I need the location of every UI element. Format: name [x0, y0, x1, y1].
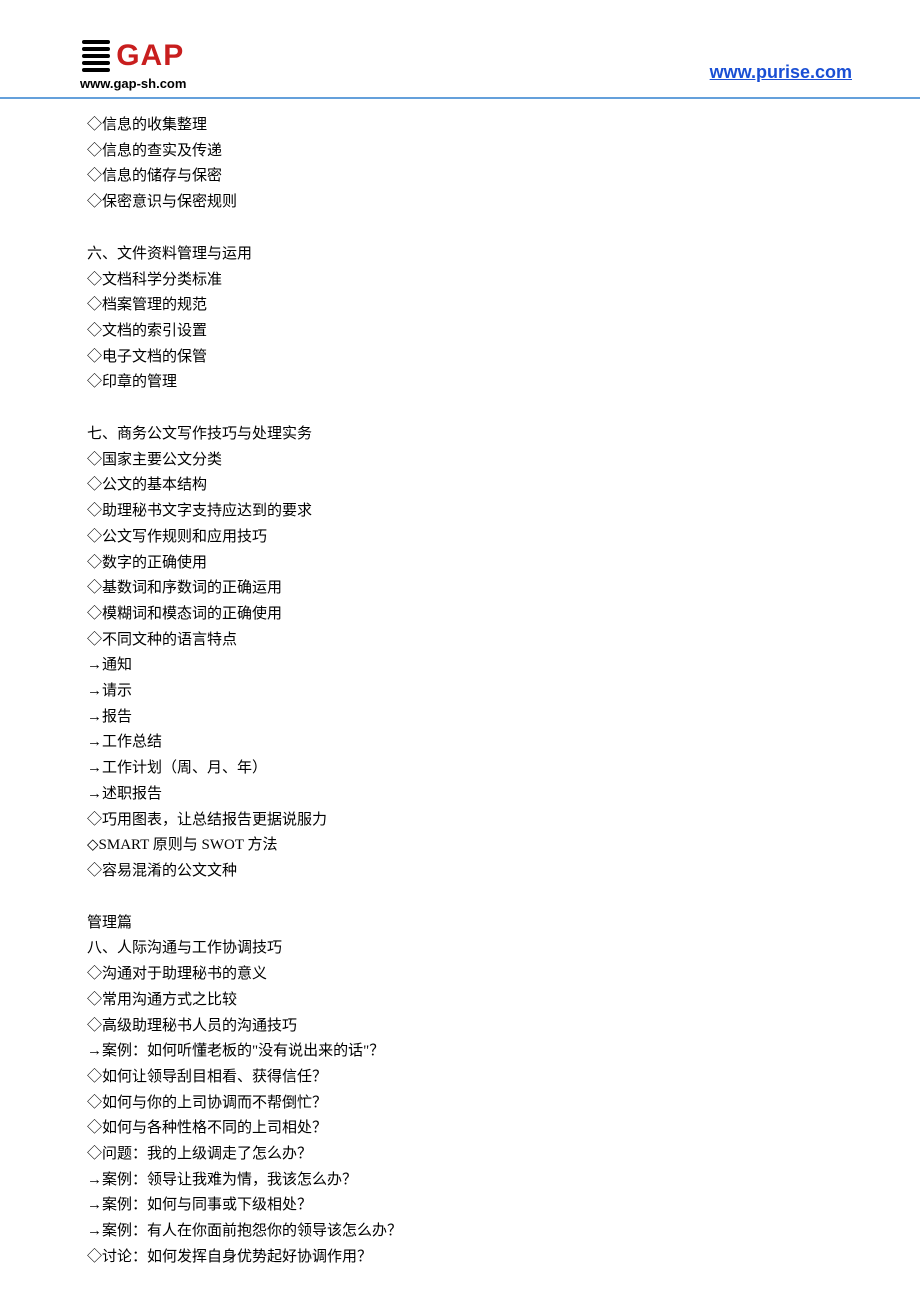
blank-line: [87, 885, 920, 911]
text-line: →工作计划（周、月、年）: [87, 756, 920, 782]
text-line: ◇不同文种的语言特点: [87, 628, 920, 654]
text-line: ◇电子文档的保管: [87, 345, 920, 371]
text-line: ◇档案管理的规范: [87, 293, 920, 319]
text-line: 管理篇: [87, 911, 920, 937]
text-line: →案例：领导让我难为情，我该怎么办？: [87, 1168, 920, 1194]
blank-line: [87, 216, 920, 242]
text-line: ◇文档科学分类标准: [87, 268, 920, 294]
logo-brand-text: GAP: [116, 41, 184, 71]
logo-box: GAP www.gap-sh.com: [80, 40, 186, 91]
text-line: ◇如何与各种性格不同的上司相处？: [87, 1116, 920, 1142]
text-line: 八、人际沟通与工作协调技巧: [87, 936, 920, 962]
page-header: GAP www.gap-sh.com www.purise.com: [0, 0, 920, 99]
text-line: →案例：有人在你面前抱怨你的领导该怎么办？: [87, 1219, 920, 1245]
text-line: ◇国家主要公文分类: [87, 448, 920, 474]
text-line: ◇SMART 原则与 SWOT 方法: [87, 833, 920, 859]
text-line: ◇模糊词和模态词的正确使用: [87, 602, 920, 628]
text-line: ◇助理秘书文字支持应达到的要求: [87, 499, 920, 525]
blank-line: [87, 396, 920, 422]
logo-bars-icon: [82, 40, 110, 72]
text-line: ◇巧用图表，让总结报告更据说服力: [87, 808, 920, 834]
text-line: ◇印章的管理: [87, 370, 920, 396]
text-line: →工作总结: [87, 730, 920, 756]
header-link[interactable]: www.purise.com: [710, 62, 852, 83]
text-line: ◇信息的储存与保密: [87, 164, 920, 190]
logo-graphic: GAP: [82, 40, 184, 72]
text-line: →请示: [87, 679, 920, 705]
text-line: ◇数字的正确使用: [87, 551, 920, 577]
text-line: →报告: [87, 705, 920, 731]
text-line: →述职报告: [87, 782, 920, 808]
text-line: ◇基数词和序数词的正确运用: [87, 576, 920, 602]
text-line: ◇公文的基本结构: [87, 473, 920, 499]
text-line: →通知: [87, 653, 920, 679]
text-line: ◇保密意识与保密规则: [87, 190, 920, 216]
text-line: →案例：如何听懂老板的"没有说出来的话"？: [87, 1039, 920, 1065]
text-line: ◇常用沟通方式之比较: [87, 988, 920, 1014]
text-line: ◇问题：我的上级调走了怎么办？: [87, 1142, 920, 1168]
text-line: ◇如何让领导刮目相看、获得信任？: [87, 1065, 920, 1091]
text-line: ◇讨论：如何发挥自身优势起好协调作用？: [87, 1245, 920, 1271]
text-line: ◇沟通对于助理秘书的意义: [87, 962, 920, 988]
text-line: ◇公文写作规则和应用技巧: [87, 525, 920, 551]
text-line: →案例：如何与同事或下级相处？: [87, 1193, 920, 1219]
logo-url-text: www.gap-sh.com: [80, 76, 186, 91]
text-line: ◇高级助理秘书人员的沟通技巧: [87, 1014, 920, 1040]
text-line: ◇信息的查实及传递: [87, 139, 920, 165]
text-line: 七、商务公文写作技巧与处理实务: [87, 422, 920, 448]
text-line: ◇如何与你的上司协调而不帮倒忙？: [87, 1091, 920, 1117]
text-line: ◇文档的索引设置: [87, 319, 920, 345]
text-line: 六、文件资料管理与运用: [87, 242, 920, 268]
text-line: ◇信息的收集整理: [87, 113, 920, 139]
text-line: ◇容易混淆的公文文种: [87, 859, 920, 885]
document-content: ◇信息的收集整理◇信息的查实及传递◇信息的储存与保密◇保密意识与保密规则六、文件…: [0, 99, 920, 1271]
